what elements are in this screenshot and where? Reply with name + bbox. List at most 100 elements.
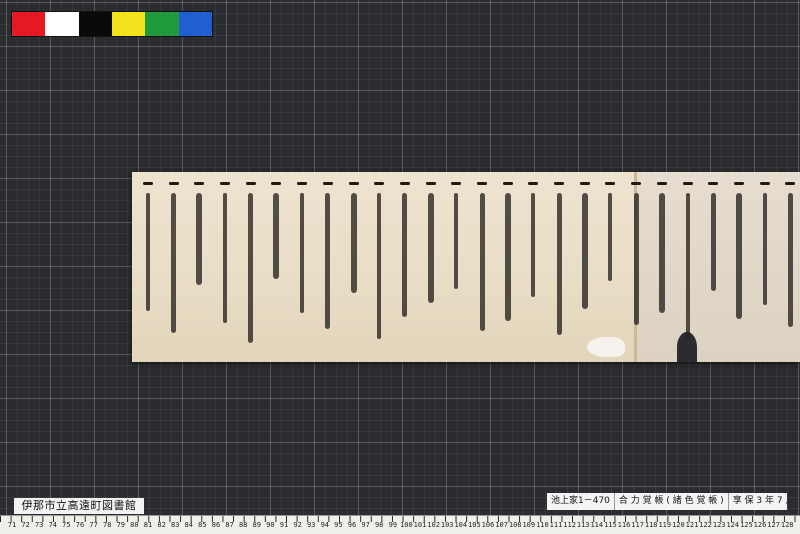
catalog-label: 池上家1－470 合 力 覚 帳 ( 諸 色 覚 帳 ) 享 保 3 年 7 月 [547, 493, 787, 510]
entry-mark [297, 182, 308, 185]
ruler-number: 79 [116, 521, 126, 529]
entry-mark [708, 182, 719, 185]
ruler-number: 122 [699, 521, 712, 529]
ruler-number: 116 [617, 521, 631, 529]
entry-mark [271, 182, 282, 185]
brush-writing [146, 193, 150, 311]
ruler-number: 106 [481, 521, 495, 529]
entry-mark [143, 182, 153, 185]
manuscript-column [778, 180, 800, 358]
ruler-number: 112 [563, 521, 576, 529]
manuscript-column [393, 180, 417, 358]
brush-writing [787, 193, 793, 327]
color-swatch [178, 12, 212, 36]
ruler-number: 90 [266, 521, 275, 529]
entry-mark [477, 182, 487, 185]
manuscript-column [419, 180, 443, 358]
ruler-number: 111 [549, 521, 563, 529]
manuscript-column [162, 180, 186, 358]
ruler-number: 127 [767, 521, 780, 529]
ruler-number: 87 [225, 521, 234, 529]
manuscript-column [187, 180, 211, 358]
brush-writing [350, 193, 357, 293]
color-calibration-bar [11, 11, 213, 37]
ruler-number: 71 [7, 521, 17, 529]
manuscript-column [316, 180, 340, 358]
ruler-number: 100 [400, 521, 413, 529]
ruler-number: 121 [685, 521, 699, 529]
ruler-number: 108 [508, 521, 522, 529]
ruler-number: 119 [658, 521, 672, 529]
entry-mark [631, 182, 642, 185]
manuscript-column [573, 180, 597, 358]
color-swatch [78, 12, 112, 36]
entry-mark [759, 182, 770, 185]
manuscript-column [547, 180, 571, 358]
catalog-title: 合 力 覚 帳 ( 諸 色 覚 帳 ) [615, 493, 729, 510]
ruler-number: 77 [89, 521, 98, 529]
manuscript-column [213, 180, 237, 358]
entry-mark [528, 182, 539, 185]
entry-mark [502, 182, 513, 185]
brush-writing [402, 193, 408, 317]
entry-mark [168, 182, 179, 185]
ruler-number: 103 [440, 521, 454, 529]
ruler-number: 94 [320, 521, 330, 529]
manuscript-column [676, 180, 700, 358]
ruler-number: 102 [427, 521, 440, 529]
ruler-number: 123 [712, 521, 726, 529]
color-swatch [145, 12, 179, 36]
color-swatch [45, 12, 79, 36]
manuscript-column [367, 180, 391, 358]
manuscript-column [470, 180, 494, 358]
brush-writing [658, 193, 665, 313]
ruler-number: 107 [495, 521, 508, 529]
manuscript-column [444, 180, 468, 358]
brush-writing [762, 193, 767, 305]
ruler-number: 98 [374, 521, 384, 529]
brush-writing [735, 193, 742, 319]
manuscript-column [264, 180, 288, 358]
ruler-number: 101 [413, 521, 427, 529]
entry-mark [605, 182, 616, 185]
ruler-number: 93 [306, 521, 316, 529]
manuscript-column [753, 180, 777, 358]
manuscript-column [136, 180, 160, 358]
ruler-number: 114 [590, 521, 604, 529]
brush-writing [685, 193, 690, 339]
entry-mark [399, 182, 410, 185]
entry-mark [554, 182, 565, 185]
color-swatch [12, 12, 46, 36]
brush-writing [223, 193, 228, 323]
ruler-number: 109 [522, 521, 536, 529]
ruler-number: 104 [454, 521, 468, 529]
ruler-number: 92 [293, 521, 302, 529]
ruler-number: 80 [130, 521, 139, 529]
ruler-number: 83 [170, 521, 180, 529]
brush-writing [504, 193, 511, 321]
brush-writing [325, 193, 331, 329]
entry-mark [348, 182, 359, 185]
ruler-number: 74 [48, 521, 58, 529]
manuscript-column [496, 180, 520, 358]
manuscript-document [132, 172, 800, 362]
ruler-number: 113 [576, 521, 590, 529]
ruler-number: 78 [102, 521, 112, 529]
manuscript-column [727, 180, 751, 358]
brush-writing [581, 193, 588, 309]
manuscript-column [239, 180, 263, 358]
ruler-number: 85 [198, 521, 207, 529]
ruler-number: 128 [780, 521, 794, 529]
ruler-number: 99 [388, 521, 398, 529]
ruler-number: 105 [468, 521, 481, 529]
brush-writing [710, 193, 716, 291]
entry-mark [451, 182, 462, 185]
entry-mark [322, 182, 333, 185]
ruler-number: 125 [740, 521, 753, 529]
brush-writing [377, 193, 382, 339]
ruler-number: 117 [631, 521, 644, 529]
ruler-number: 86 [211, 521, 221, 529]
ruler-number: 126 [753, 521, 767, 529]
ruler-number: 84 [184, 521, 194, 529]
ruler-number: 88 [238, 521, 248, 529]
